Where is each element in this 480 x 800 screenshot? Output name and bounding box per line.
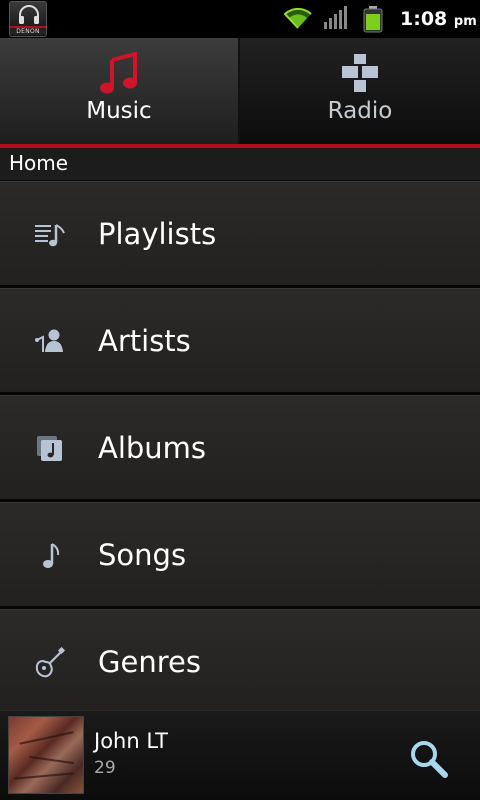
now-playing-bar[interactable]: John LT 29 (0, 710, 480, 800)
headphones-icon (19, 5, 39, 24)
signal-icon (324, 6, 347, 29)
tab-radio-label: Radio (327, 98, 393, 124)
song-note-icon (43, 543, 60, 568)
tab-radio[interactable]: Radio (240, 38, 480, 144)
list-item-songs[interactable]: Songs (0, 502, 480, 609)
list-item-artists[interactable]: Artists (0, 288, 480, 395)
search-icon[interactable] (408, 738, 450, 780)
music-note-icon (100, 52, 137, 94)
list-item-label: Playlists (98, 217, 217, 251)
list-item-genres[interactable]: Genres (0, 609, 480, 716)
clock-ampm: pm (453, 14, 477, 29)
clock-time: 1:08 (400, 8, 448, 30)
list-item-label: Songs (98, 538, 187, 572)
guitar-icon (35, 647, 66, 678)
tunein-icon (342, 54, 378, 92)
battery-icon (363, 6, 383, 33)
list-item-playlists[interactable]: Playlists (0, 181, 480, 288)
list-item-label: Albums (98, 431, 207, 465)
breadcrumb: Home (0, 148, 480, 181)
artist-icon (35, 329, 63, 352)
list-item-label: Genres (98, 645, 201, 679)
tab-music-label: Music (86, 98, 152, 124)
app-brand-label: DENON (10, 26, 46, 35)
breadcrumb-label: Home (9, 151, 69, 175)
tab-music[interactable]: Music (0, 38, 240, 144)
status-bar: DENON 1:08 pm (0, 0, 480, 38)
album-icon (37, 436, 62, 461)
library-list: Playlists Artists Albums Songs Genres (0, 181, 480, 716)
clock: 1:08 pm (400, 8, 477, 30)
album-art[interactable] (8, 716, 84, 794)
wifi-icon (283, 7, 312, 29)
denon-app-icon: DENON (9, 1, 47, 37)
tab-bar: Music Radio (0, 38, 480, 144)
now-playing-title: John LT (94, 729, 168, 753)
list-item-albums[interactable]: Albums (0, 395, 480, 502)
now-playing-subtitle: 29 (94, 758, 116, 778)
playlist-icon (35, 224, 65, 247)
list-item-label: Artists (98, 324, 191, 358)
